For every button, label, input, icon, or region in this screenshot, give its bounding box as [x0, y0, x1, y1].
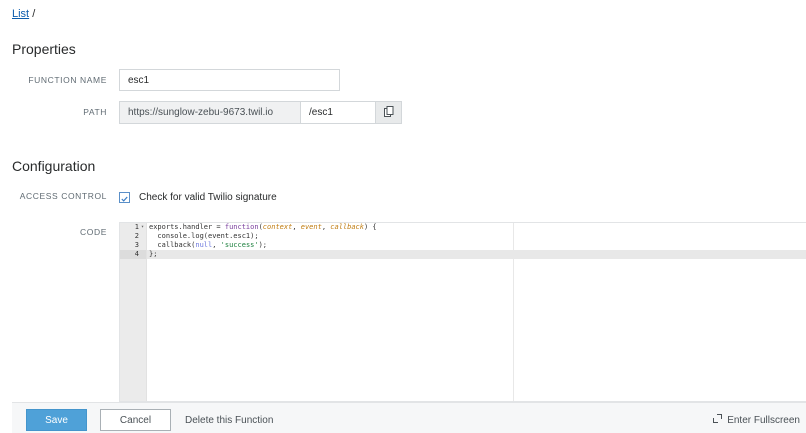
- function-name-input[interactable]: [119, 69, 340, 91]
- code-token: context: [262, 223, 293, 231]
- code-token: ,: [321, 223, 331, 231]
- path-domain-prefix: https://sunglow-zebu-9673.twil.io: [119, 101, 301, 124]
- code-editor[interactable]: ▾ 1 2 3 4 exports.handler = function(context…: [119, 222, 806, 402]
- code-token: };: [149, 250, 158, 258]
- code-label: CODE: [80, 227, 107, 237]
- path-input[interactable]: [301, 101, 376, 124]
- breadcrumb-separator: /: [32, 8, 36, 20]
- editor-gutter: ▾ 1 2 3 4: [120, 223, 147, 401]
- line-number: 3: [134, 241, 139, 249]
- line-number: 4: [120, 250, 146, 259]
- cancel-button[interactable]: Cancel: [100, 409, 171, 431]
- function-name-label: FUNCTION NAME: [28, 75, 107, 85]
- checkmark-icon: [121, 189, 128, 207]
- code-token: exports.handler =: [149, 223, 225, 231]
- properties-title: Properties: [12, 41, 76, 57]
- footer-action-bar: Save Cancel Delete this Function Enter F…: [12, 402, 806, 433]
- editor-code-area[interactable]: exports.handler = function(context, even…: [147, 223, 806, 401]
- code-token: callback: [330, 223, 364, 231]
- access-control-label: ACCESS CONTROL: [19, 191, 107, 201]
- code-token: null: [195, 241, 213, 249]
- validate-signature-checkbox[interactable]: [119, 192, 130, 203]
- code-line: };: [147, 250, 806, 259]
- enter-fullscreen-label: Enter Fullscreen: [727, 414, 800, 426]
- copy-path-button[interactable]: [376, 101, 402, 124]
- enter-fullscreen-button[interactable]: Enter Fullscreen: [713, 409, 800, 431]
- code-token: ) {: [363, 223, 377, 231]
- fold-arrow-icon[interactable]: ▾: [141, 223, 144, 232]
- line-number: 2: [134, 232, 139, 240]
- code-line: callback(null, 'success');: [147, 241, 806, 250]
- copy-icon: [383, 104, 394, 122]
- code-token: );: [258, 241, 268, 249]
- code-token: callback(: [149, 241, 196, 249]
- code-token: console.log(event.esc1);: [149, 232, 259, 240]
- expand-icon: [713, 414, 723, 426]
- code-token: ,: [292, 223, 301, 231]
- code-line: console.log(event.esc1);: [147, 232, 806, 241]
- code-token: 'success': [220, 241, 259, 249]
- code-token: function: [224, 223, 259, 231]
- code-token: ,: [212, 241, 221, 249]
- line-number: ▾ 1: [120, 223, 146, 232]
- line-number-text: 1: [134, 223, 139, 231]
- breadcrumb-list-link[interactable]: List: [12, 8, 29, 20]
- delete-function-button[interactable]: Delete this Function: [185, 409, 273, 431]
- path-label: PATH: [83, 107, 107, 117]
- configuration-title: Configuration: [12, 158, 96, 174]
- save-button[interactable]: Save: [26, 409, 87, 431]
- code-line: exports.handler = function(context, even…: [147, 223, 806, 232]
- path-field-group: https://sunglow-zebu-9673.twil.io: [119, 101, 402, 124]
- print-margin: [513, 223, 514, 401]
- code-token: event: [300, 223, 322, 231]
- function-editor-page: List / Properties FUNCTION NAME PATH htt…: [0, 0, 806, 433]
- validate-signature-label[interactable]: Check for valid Twilio signature: [139, 192, 277, 203]
- breadcrumb: List /: [12, 8, 35, 20]
